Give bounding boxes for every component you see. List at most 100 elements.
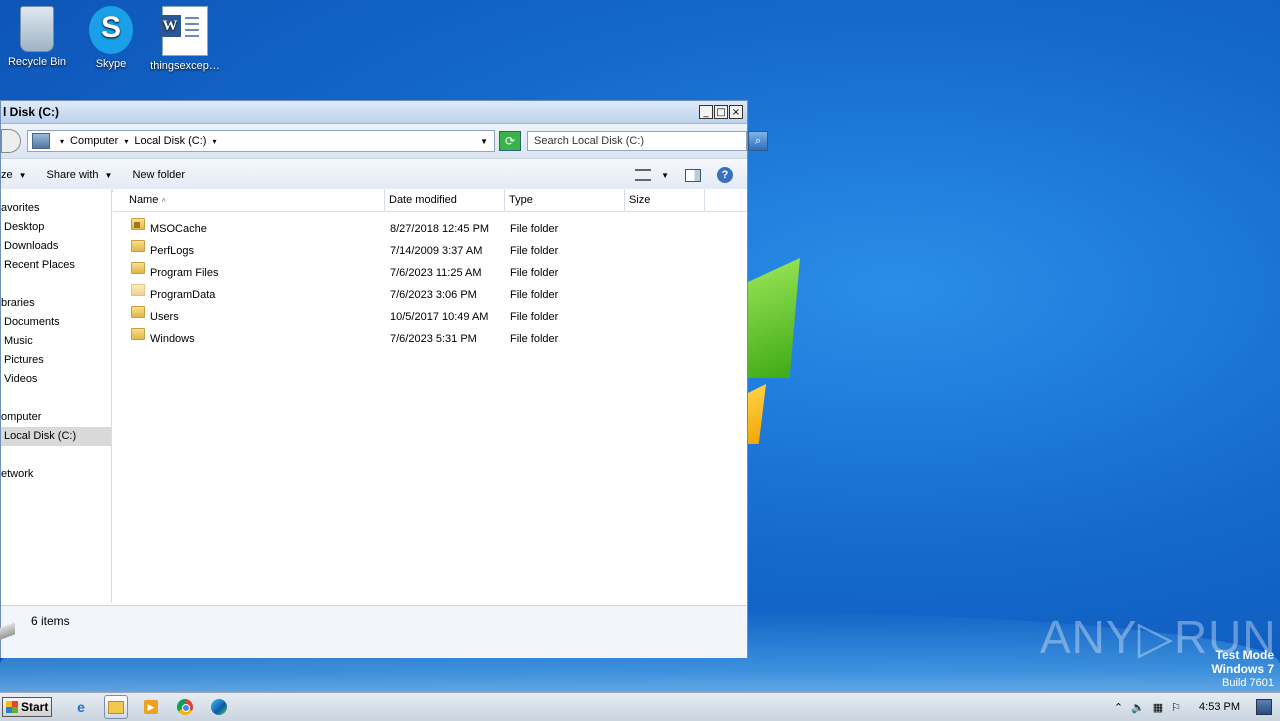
- file-row[interactable]: Program Files 7/6/2023 11:25 AM File fol…: [113, 262, 743, 284]
- nav-item-recent-places[interactable]: Recent Places: [4, 259, 75, 271]
- desktop-icon-word-document[interactable]: W thingsexcep…: [148, 6, 222, 72]
- recycle-bin-icon: [20, 6, 54, 52]
- nav-item-desktop[interactable]: Desktop: [4, 221, 44, 233]
- nav-computer-header[interactable]: omputer: [1, 411, 41, 423]
- address-history-dropdown[interactable]: ▼: [480, 137, 488, 146]
- network-icon[interactable]: ▦: [1153, 701, 1163, 714]
- minimize-button[interactable]: _: [699, 105, 713, 119]
- column-header-date[interactable]: Date modified: [385, 189, 505, 211]
- build-line: Build 7601: [1222, 677, 1274, 689]
- file-type: File folder: [510, 289, 559, 301]
- action-center-flag-icon[interactable]: ⚐: [1171, 701, 1181, 714]
- file-type: File folder: [510, 223, 559, 235]
- back-button[interactable]: [1, 129, 21, 153]
- file-name: PerfLogs: [150, 245, 195, 257]
- file-date: 7/6/2023 5:31 PM: [390, 333, 477, 345]
- nav-network-header[interactable]: etwork: [1, 468, 33, 480]
- file-date: 8/27/2018 12:45 PM: [390, 223, 490, 235]
- word-document-icon: W: [159, 6, 208, 56]
- file-date: 7/14/2009 3:37 AM: [390, 245, 483, 257]
- test-mode-watermark: Test Mode Windows 7 Build 7601: [1211, 648, 1274, 690]
- maximize-button[interactable]: □: [714, 105, 728, 119]
- organize-button[interactable]: ze ▼: [1, 169, 37, 181]
- nav-item-downloads[interactable]: Downloads: [4, 240, 58, 252]
- help-icon[interactable]: ?: [717, 167, 733, 183]
- search-icon[interactable]: ⌕: [748, 131, 768, 151]
- folder-hidden-icon: [131, 284, 145, 296]
- column-header-size[interactable]: Size: [625, 189, 705, 211]
- chrome-icon[interactable]: [174, 696, 196, 718]
- computer-icon: [32, 133, 50, 149]
- test-mode-line: Test Mode: [1215, 648, 1274, 662]
- file-name: MSOCache: [150, 223, 207, 235]
- desktop-icon-label: Skype: [95, 58, 127, 70]
- file-name: Program Files: [150, 267, 219, 279]
- desktop-icon-skype[interactable]: S Skype: [74, 6, 148, 70]
- nav-item-pictures[interactable]: Pictures: [4, 354, 44, 366]
- file-name: Windows: [150, 333, 195, 345]
- sort-ascending-icon: ˄: [161, 196, 167, 205]
- details-pane: 6 items: [0, 605, 747, 658]
- nav-libraries-header[interactable]: braries: [1, 297, 35, 309]
- skype-icon: S: [89, 6, 133, 54]
- start-label: Start: [21, 700, 49, 714]
- chevron-right-icon[interactable]: ▾: [60, 137, 64, 146]
- start-button[interactable]: Start: [2, 697, 52, 717]
- share-with-button[interactable]: Share with ▼: [37, 169, 123, 181]
- new-folder-button[interactable]: New folder: [122, 169, 195, 181]
- file-row[interactable]: Users 10/5/2017 10:49 AM File folder: [113, 306, 743, 328]
- preview-pane-icon[interactable]: [685, 168, 701, 182]
- close-button[interactable]: ×: [729, 105, 743, 119]
- view-details-icon: [635, 169, 652, 181]
- windows-explorer-icon[interactable]: [104, 695, 128, 719]
- windows-flag-icon: [6, 701, 18, 713]
- nav-item-videos[interactable]: Videos: [4, 373, 37, 385]
- internet-explorer-icon[interactable]: e: [70, 696, 92, 718]
- column-header-name[interactable]: Name ˄: [113, 189, 385, 211]
- file-type: File folder: [510, 267, 559, 279]
- search-placeholder: Search Local Disk (C:): [534, 135, 645, 147]
- windows-logo-yellow-pane: [748, 384, 766, 444]
- column-header-type[interactable]: Type: [505, 189, 625, 211]
- file-row[interactable]: PerfLogs 7/14/2009 3:37 AM File folder: [113, 240, 743, 262]
- file-list: Name ˄ Date modified Type Size MSOCache …: [113, 189, 747, 603]
- file-row[interactable]: Windows 7/6/2023 5:31 PM File folder: [113, 328, 743, 350]
- address-bar[interactable]: ▾ Computer ▾ Local Disk (C:) ▾ ▼: [27, 130, 495, 152]
- volume-icon[interactable]: 🔈: [1131, 701, 1145, 714]
- column-header-row: Name ˄ Date modified Type Size: [113, 189, 747, 212]
- clock[interactable]: 4:53 PM: [1199, 701, 1240, 713]
- file-row[interactable]: MSOCache 8/27/2018 12:45 PM File folder: [113, 218, 743, 240]
- nav-item-documents[interactable]: Documents: [4, 316, 60, 328]
- nav-favorites-header[interactable]: avorites: [1, 202, 40, 214]
- navigation-pane: avorites Desktop Downloads Recent Places…: [1, 189, 112, 603]
- command-bar: ze ▼ Share with ▼ New folder ▼ ?: [1, 159, 747, 192]
- chevron-down-icon: ▼: [661, 170, 669, 180]
- file-name: Users: [150, 311, 179, 323]
- desktop-icon-recycle-bin[interactable]: Recycle Bin: [0, 6, 74, 68]
- nav-item-local-disk[interactable]: Local Disk (C:): [4, 430, 76, 442]
- item-count: 6 items: [31, 614, 70, 628]
- drive-icon: [0, 622, 15, 642]
- show-desktop-icon[interactable]: [1256, 699, 1272, 715]
- breadcrumb-local-disk[interactable]: Local Disk (C:): [134, 135, 206, 147]
- nav-item-music[interactable]: Music: [4, 335, 33, 347]
- show-hidden-icons-icon[interactable]: ⌃: [1114, 701, 1123, 714]
- edge-icon[interactable]: [208, 696, 230, 718]
- windows-logo-green-pane: [748, 258, 800, 378]
- folder-locked-icon: [131, 218, 145, 230]
- window-title: l Disk (C:): [3, 105, 60, 119]
- file-date: 7/6/2023 11:25 AM: [390, 267, 482, 279]
- file-type: File folder: [510, 245, 559, 257]
- file-row[interactable]: ProgramData 7/6/2023 3:06 PM File folder: [113, 284, 743, 306]
- breadcrumb-computer[interactable]: Computer: [70, 135, 118, 147]
- chevron-right-icon[interactable]: ▾: [212, 137, 216, 146]
- change-view-button[interactable]: ▼: [635, 169, 669, 181]
- chevron-down-icon: ▼: [18, 171, 27, 180]
- search-input[interactable]: Search Local Disk (C:) ⌕: [527, 131, 768, 151]
- chevron-right-icon[interactable]: ▾: [124, 137, 128, 146]
- system-tray: ⌃ 🔈 ▦ ⚐ 4:53 PM: [1114, 693, 1280, 721]
- os-name-line: Windows 7: [1211, 662, 1274, 676]
- media-player-icon[interactable]: ▶: [140, 696, 162, 718]
- title-bar[interactable]: l Disk (C:) _ □ ×: [1, 101, 747, 124]
- refresh-icon[interactable]: ⟳: [499, 131, 521, 151]
